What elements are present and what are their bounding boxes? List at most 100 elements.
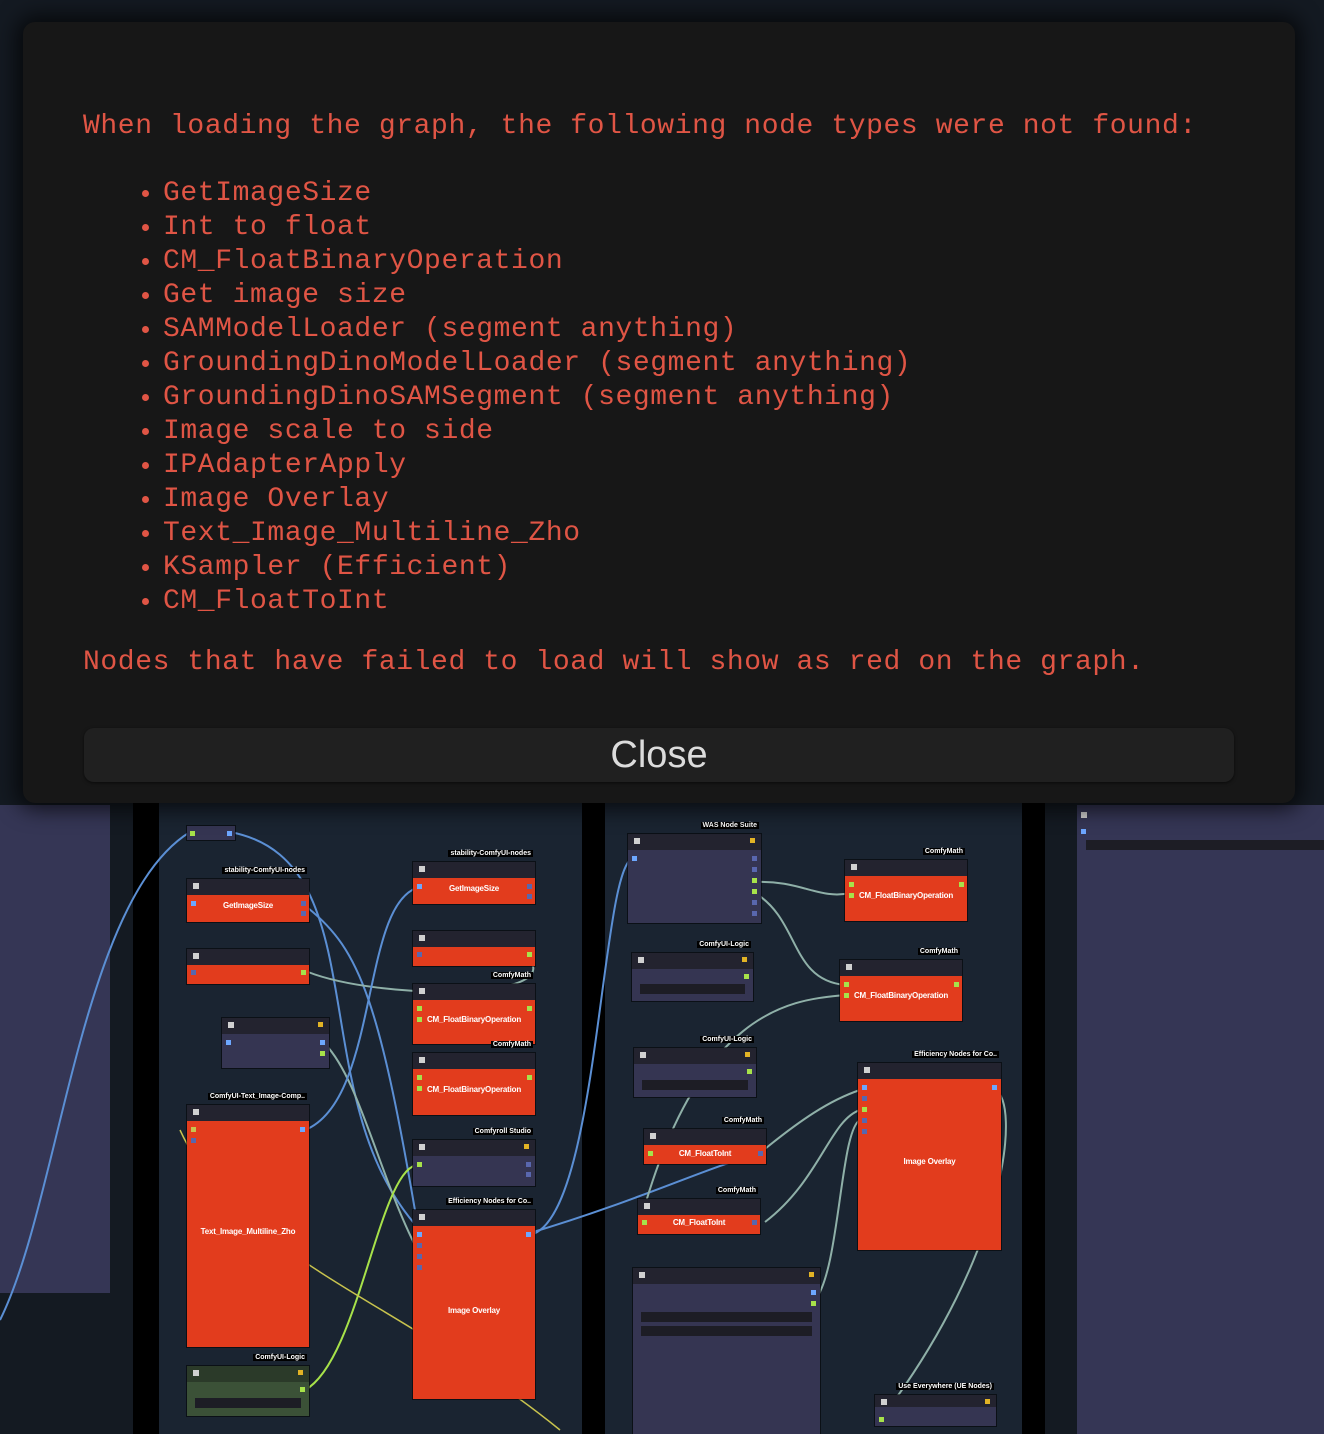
failed-node-cm-floatbinaryoperation[interactable]: ComfyMath CM_FloatBinaryOperation [413,1041,535,1115]
failed-node-cm-floatbinaryoperation[interactable]: ComfyMath CM_FloatBinaryOperation [413,972,535,1044]
input-slot[interactable] [417,1232,422,1237]
output-slot[interactable] [300,1387,305,1392]
input-slot[interactable] [849,893,854,898]
output-slot[interactable] [301,901,306,906]
input-slot[interactable] [417,1017,422,1022]
node-pack-label: ComfyMath [721,1117,764,1124]
input-slot[interactable] [417,1243,422,1248]
output-slot[interactable] [954,982,959,987]
output-slot[interactable] [744,974,749,979]
node-pack-label: ComfyUI-Logic [253,1354,307,1361]
output-slot[interactable] [758,1151,763,1156]
input-slot[interactable] [648,1151,653,1156]
input-slot[interactable] [417,1162,422,1167]
input-slot[interactable] [879,1417,884,1422]
input-slot[interactable] [417,1086,422,1091]
input-slot[interactable] [849,882,854,887]
graph-node[interactable] [187,826,235,840]
input-slot[interactable] [417,884,422,889]
input-slot[interactable] [191,1127,196,1132]
failed-node-getimagesize[interactable]: stability-ComfyUI-nodes GetImageSize [187,867,309,922]
node-pack-label: ComfyMath [922,848,965,855]
input-slot[interactable] [417,952,422,957]
output-slot[interactable] [526,1172,531,1177]
output-slot[interactable] [301,911,306,916]
node-title: GetImageSize [222,901,274,910]
input-slot[interactable] [1081,829,1086,834]
input-slot[interactable] [862,1096,867,1101]
input-slot[interactable] [844,982,849,987]
input-slot[interactable] [191,901,196,906]
failed-node-text-image-multiline[interactable]: ComfyUI-Text_Image-Comp.. Text_Image_Mul… [187,1093,309,1347]
input-slot[interactable] [862,1118,867,1123]
node-widget[interactable] [642,1080,748,1090]
missing-node-item: Image Overlay [163,483,911,517]
output-slot[interactable] [752,878,757,883]
graph-node-logic[interactable]: ComfyUI-Logic [634,1036,756,1097]
node-handle[interactable] [1081,812,1087,818]
input-slot[interactable] [226,1040,231,1045]
input-slot[interactable] [417,1075,422,1080]
output-slot[interactable] [992,1085,997,1090]
output-slot[interactable] [527,1006,532,1011]
output-slot[interactable] [752,1220,757,1225]
output-slot[interactable] [752,856,757,861]
output-slot[interactable] [526,1232,531,1237]
output-slot[interactable] [527,884,532,889]
failed-node-image-overlay[interactable]: Efficiency Nodes for Co.. Image Overlay [413,1198,535,1399]
output-slot[interactable] [747,1069,752,1074]
input-slot[interactable] [417,1006,422,1011]
input-slot[interactable] [417,1265,422,1270]
output-slot[interactable] [527,894,532,899]
output-slot[interactable] [527,952,532,957]
output-slot[interactable] [526,1162,531,1167]
output-slot[interactable] [320,1040,325,1045]
graph-node-was[interactable]: WAS Node Suite [628,822,761,923]
input-slot[interactable] [632,856,637,861]
input-slot[interactable] [642,1220,647,1225]
node-widget[interactable] [640,984,745,994]
output-slot[interactable] [752,900,757,905]
graph-node[interactable] [633,1268,820,1434]
output-slot[interactable] [320,1051,325,1056]
failed-node-cm-floatbinaryoperation[interactable]: ComfyMath CM_FloatBinaryOperation [840,948,962,1021]
output-slot[interactable] [959,882,964,887]
missing-node-item: GroundingDinoSAMSegment (segment anythin… [163,381,911,415]
output-slot[interactable] [752,889,757,894]
node-title: CM_FloatBinaryOperation [426,1015,522,1024]
failed-node-getimagesize[interactable]: stability-ComfyUI-nodes GetImageSize [413,850,535,904]
input-slot[interactable] [862,1107,867,1112]
output-slot[interactable] [811,1290,816,1295]
node-pack-label: Efficiency Nodes for Co.. [912,1051,999,1058]
input-slot[interactable] [862,1085,867,1090]
output-slot[interactable] [227,831,232,836]
input-slot[interactable] [417,1254,422,1259]
node-widget[interactable] [195,1398,301,1408]
output-slot[interactable] [811,1301,816,1306]
node-widget[interactable] [1086,840,1324,850]
failed-node-cm-floatbinaryoperation[interactable]: ComfyMath CM_FloatBinaryOperation [845,848,967,921]
close-button[interactable]: Close [84,728,1234,782]
graph-node[interactable] [413,931,535,966]
graph-node-logic[interactable]: ComfyUI-Logic [187,1354,309,1416]
failed-node-image-overlay[interactable]: Efficiency Nodes for Co.. Image Overlay [858,1051,1001,1250]
failed-node-cm-floattoint[interactable]: ComfyMath CM_FloatToInt [644,1117,766,1164]
output-slot[interactable] [300,1127,305,1132]
input-slot[interactable] [844,993,849,998]
graph-node-logic[interactable]: ComfyUI-Logic [632,941,753,1001]
node-widget[interactable] [641,1312,812,1322]
output-slot[interactable] [752,867,757,872]
output-slot[interactable] [190,831,195,836]
input-slot[interactable] [862,1129,867,1134]
graph-node[interactable]: Comfyroll Studio [413,1128,535,1186]
node-widget[interactable] [641,1326,812,1336]
graph-node[interactable] [187,949,309,984]
output-slot[interactable] [527,1075,532,1080]
input-slot[interactable] [191,1138,196,1143]
graph-node[interactable] [222,1018,329,1068]
graph-node-use-everywhere[interactable]: Use Everywhere (UE Nodes) [875,1383,996,1426]
failed-node-cm-floattoint[interactable]: ComfyMath CM_FloatToInt [638,1187,760,1234]
output-slot[interactable] [752,911,757,916]
output-slot[interactable] [301,970,306,975]
input-slot[interactable] [191,970,196,975]
